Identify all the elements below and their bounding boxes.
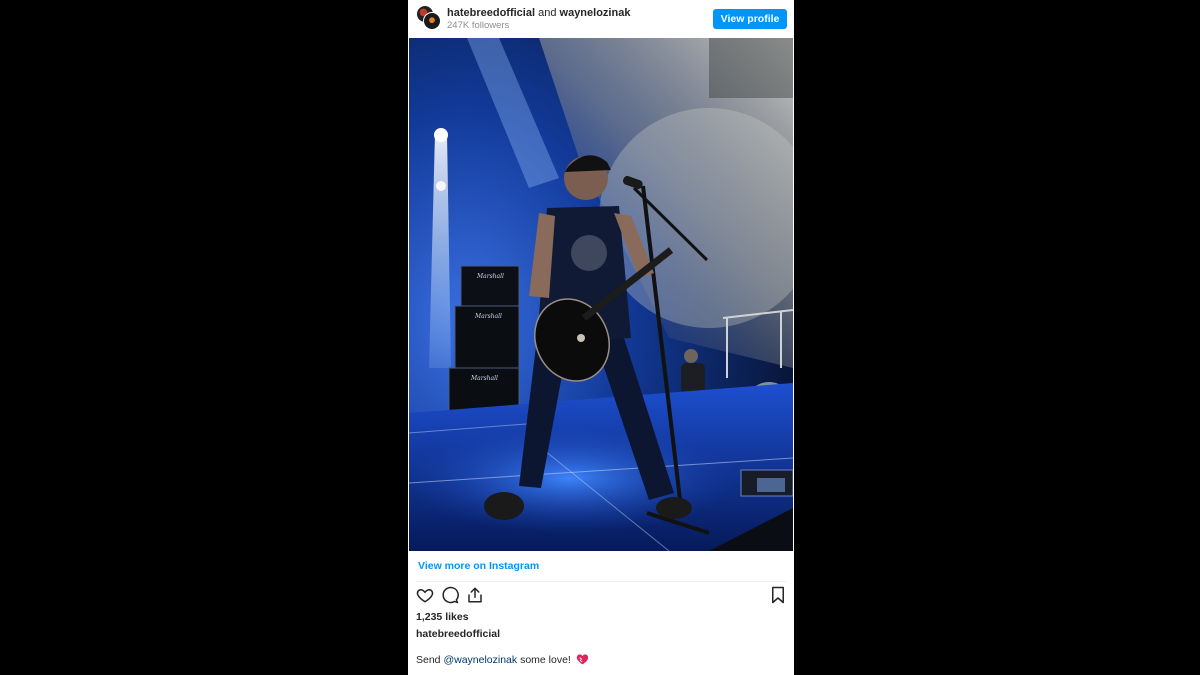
view-more-on-instagram-link[interactable]: View more on Instagram xyxy=(418,560,539,572)
comment-icon[interactable] xyxy=(441,586,461,606)
amp-logo-1: Marshall xyxy=(476,273,504,280)
post-photo[interactable]: Marshall Marshall Marshall xyxy=(409,38,793,551)
view-profile-button[interactable]: View profile xyxy=(713,9,787,29)
action-bar xyxy=(408,586,794,608)
heart-icon[interactable] xyxy=(416,586,436,606)
connector-text: and xyxy=(538,7,557,19)
caption-mention-link[interactable]: @waynelozinak xyxy=(443,654,517,666)
instagram-embed-card: hatebreedofficial and waynelozinak 247K … xyxy=(408,0,794,675)
amp-logo-3: Marshall xyxy=(470,375,498,382)
post-caption: Send @waynelozinak some love! xyxy=(416,653,589,668)
likes-count[interactable]: 1,235 likes xyxy=(416,611,469,623)
account-names: hatebreedofficial and waynelozinak xyxy=(447,7,630,19)
account-link-waynelozinak[interactable]: waynelozinak xyxy=(560,7,631,19)
caption-suffix: some love! xyxy=(517,654,574,666)
share-icon[interactable] xyxy=(466,586,486,606)
account-link-hatebreedofficial[interactable]: hatebreedofficial xyxy=(447,7,535,19)
mending-heart-emoji xyxy=(576,653,589,668)
amp-logo-2: Marshall xyxy=(474,313,502,320)
collab-avatars[interactable] xyxy=(416,5,442,31)
post-header: hatebreedofficial and waynelozinak 247K … xyxy=(408,0,794,38)
caption-prefix: Send xyxy=(416,654,444,666)
divider xyxy=(416,581,786,582)
followers-count: 247K followers xyxy=(447,20,510,31)
bookmark-icon[interactable] xyxy=(769,586,789,606)
avatar-waynelozinak[interactable] xyxy=(423,12,441,30)
concert-photo: Marshall Marshall Marshall xyxy=(409,38,793,551)
post-owner-username[interactable]: hatebreedofficial xyxy=(416,628,500,640)
